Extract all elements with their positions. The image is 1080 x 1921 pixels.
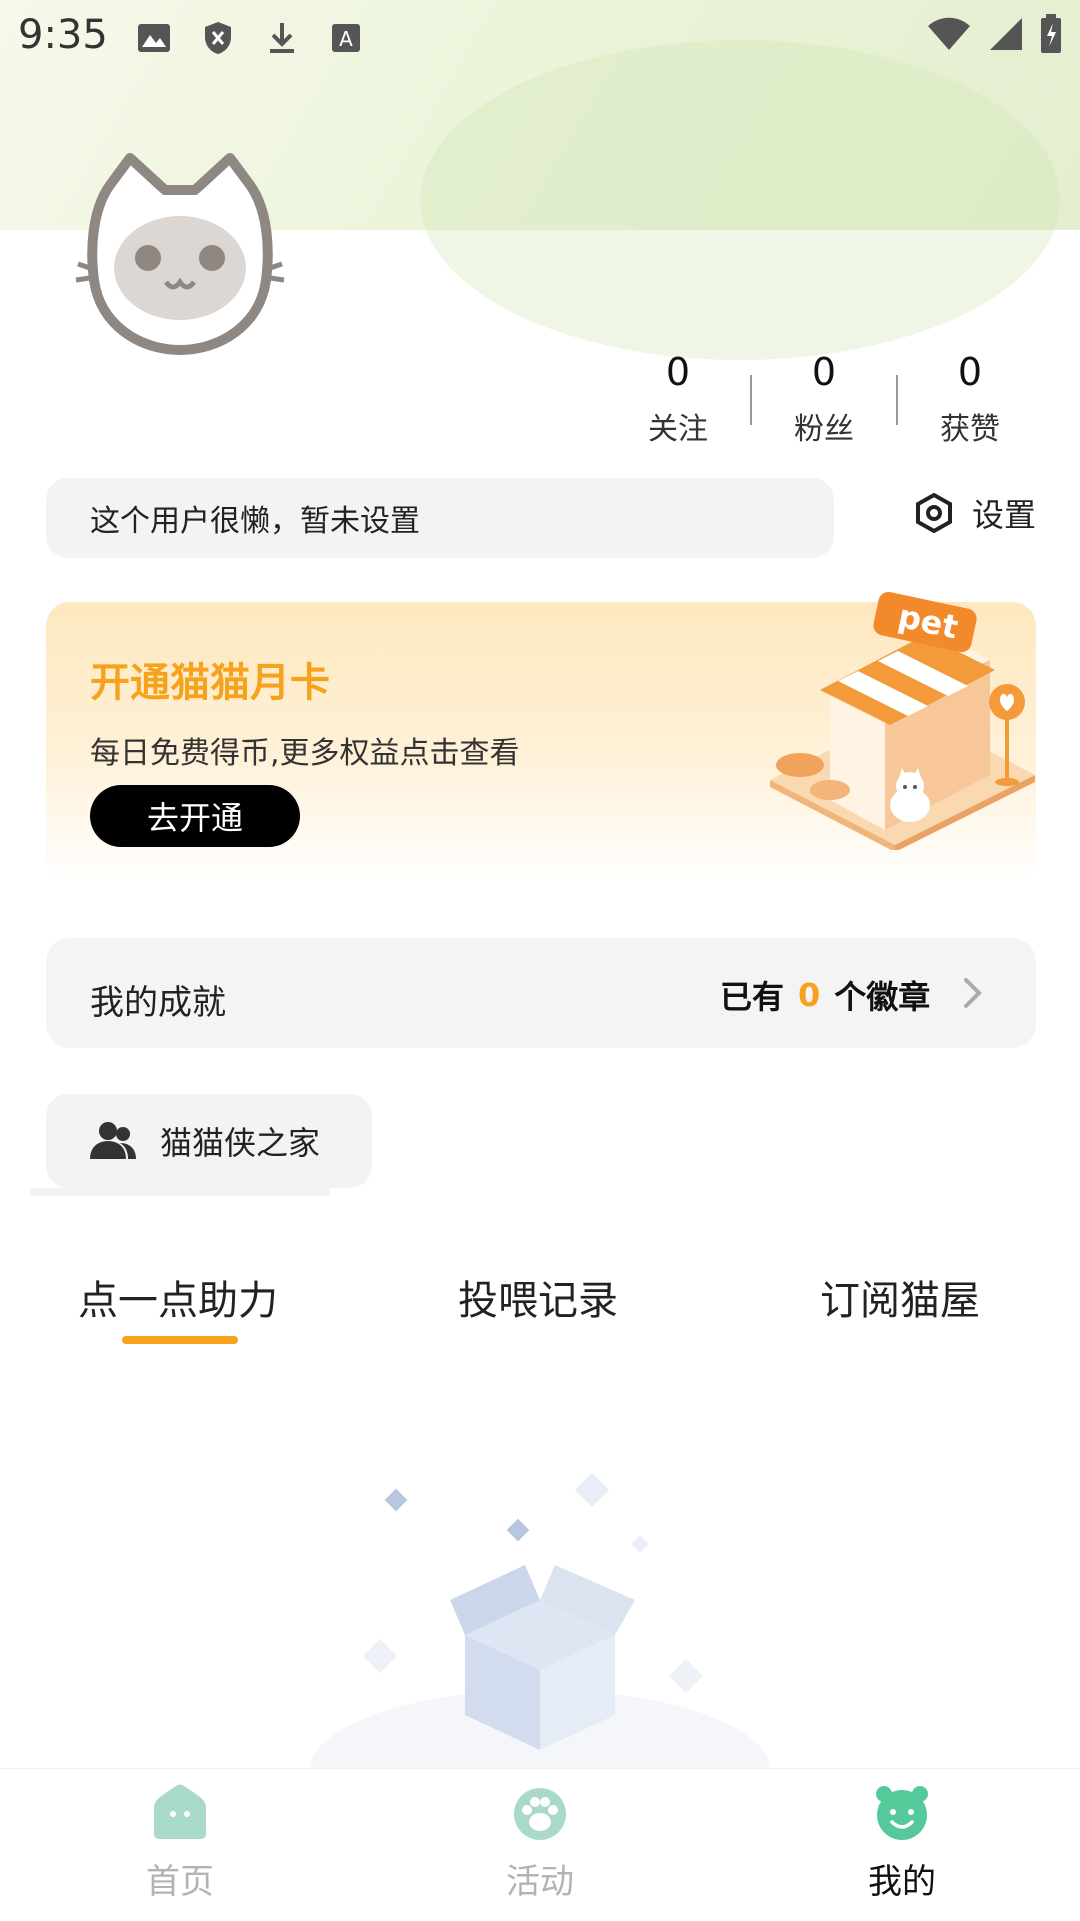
active-tab-indicator	[122, 1336, 238, 1344]
chip-shadow	[30, 1188, 330, 1196]
stat-likes-label: 获赞	[940, 412, 1000, 447]
tab-boost[interactable]: 点一点助力	[78, 1268, 278, 1326]
image-icon	[132, 16, 176, 60]
avatar[interactable]	[70, 150, 290, 360]
bio-field[interactable]: 这个用户很懒，暂未设置	[46, 478, 834, 558]
battery-icon	[1041, 14, 1061, 53]
pet-shop-illustration: pet	[760, 590, 1040, 852]
stat-likes-count: 0	[957, 350, 983, 394]
achievement-summary: 已有 0 个徽章	[720, 972, 930, 1018]
stat-following-label: 关注	[648, 412, 708, 447]
stat-followers-count: 0	[811, 350, 837, 394]
profile-stats: 0 关注 0 粉丝 0 获赞	[606, 350, 1042, 448]
group-icon	[90, 1122, 136, 1159]
svg-text:A: A	[339, 27, 353, 51]
cat-hero-home-button[interactable]: 猫猫侠之家	[46, 1094, 372, 1188]
stat-followers-label: 粉丝	[794, 412, 854, 447]
settings-label: 设置	[972, 496, 1037, 534]
chevron-right-icon	[962, 976, 984, 1014]
achievement-suffix: 个徽章	[834, 978, 931, 1016]
tab-feeding-records[interactable]: 投喂记录	[458, 1268, 618, 1326]
status-time: 9:35	[18, 12, 108, 58]
font-icon: A	[324, 16, 368, 60]
home-chip-label: 猫猫侠之家	[160, 1124, 321, 1162]
promo-title: 开通猫猫月卡	[90, 660, 330, 706]
empty-box-illustration	[300, 1450, 780, 1850]
shield-icon	[196, 16, 240, 60]
stat-following-count: 0	[665, 350, 691, 394]
bio-text: 这个用户很懒，暂未设置	[90, 504, 420, 539]
stat-following[interactable]: 0 关注	[606, 350, 750, 448]
achievement-label: 我的成就	[90, 983, 226, 1023]
download-icon	[260, 16, 304, 60]
settings-button[interactable]: 设置	[914, 490, 1036, 536]
cat-face-icon	[872, 1782, 932, 1842]
nav-home-label: 首页	[146, 1862, 214, 1902]
settings-icon	[916, 493, 952, 533]
achievement-count: 0	[798, 976, 821, 1014]
tab-subscribed-houses[interactable]: 订阅猫屋	[820, 1268, 980, 1326]
nav-mine[interactable]: 我的	[802, 1782, 1002, 1903]
nav-activity-label: 活动	[506, 1862, 574, 1902]
stat-followers[interactable]: 0 粉丝	[752, 350, 896, 448]
nav-mine-label: 我的	[868, 1862, 936, 1902]
nav-activity[interactable]: 活动	[440, 1782, 640, 1903]
nav-home[interactable]: 首页	[80, 1782, 280, 1903]
paw-icon	[510, 1782, 570, 1842]
header-decoration	[420, 40, 1060, 360]
signal-icon	[990, 18, 1022, 50]
wifi-icon	[928, 17, 970, 50]
promo-subtitle: 每日免费得币,更多权益点击查看	[90, 736, 520, 771]
home-icon	[150, 1782, 210, 1842]
promo-open-button[interactable]: 去开通	[90, 785, 300, 847]
stat-likes[interactable]: 0 获赞	[898, 350, 1042, 448]
achievement-prefix: 已有	[720, 978, 785, 1016]
status-notification-icons: A	[132, 16, 368, 60]
status-system-icons	[926, 14, 1062, 54]
